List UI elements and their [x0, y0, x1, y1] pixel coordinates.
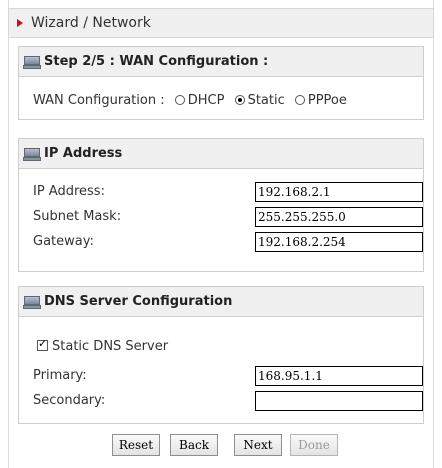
next-button[interactable]: Next	[234, 434, 282, 456]
dns-config-title: DNS Server Configuration	[44, 294, 233, 309]
primary-dns-label: Primary:	[33, 368, 87, 383]
done-button[interactable]: Done	[290, 434, 338, 456]
ip-address-header: IP Address	[19, 139, 423, 169]
secondary-dns-label: Secondary:	[33, 393, 106, 408]
wan-config-header: Step 2/5 : WAN Configuration :	[19, 47, 423, 77]
dns-config-section: DNS Server Configuration Static DNS Serv…	[18, 286, 424, 424]
ip-address-section: IP Address IP Address: 192.168.2.1 Subne…	[18, 138, 424, 272]
subnet-mask-label: Subnet Mask:	[33, 209, 122, 224]
static-dns-row: Static DNS Server	[37, 337, 168, 354]
ip-address-input[interactable]: 192.168.2.1	[255, 182, 423, 202]
computer-icon	[23, 55, 41, 69]
page-title: Wizard / Network	[31, 15, 151, 31]
dhcp-label[interactable]: DHCP	[188, 93, 225, 108]
static-dns-label[interactable]: Static DNS Server	[52, 339, 168, 354]
ip-address-title: IP Address	[44, 146, 123, 161]
dhcp-radio[interactable]	[174, 95, 185, 105]
back-button[interactable]: Back	[170, 434, 218, 456]
secondary-dns-input[interactable]	[255, 391, 423, 411]
static-label[interactable]: Static	[248, 93, 285, 108]
wan-config-label: WAN Configuration :	[33, 93, 165, 108]
wizard-button-bar: Reset Back Next Done	[0, 434, 442, 456]
static-dns-checkbox[interactable]	[37, 337, 48, 351]
pppoe-label[interactable]: PPPoe	[308, 93, 347, 108]
left-divider	[8, 0, 9, 468]
pppoe-radio[interactable]	[294, 95, 305, 105]
computer-icon	[23, 147, 41, 161]
wizard-title-bar: Wizard / Network	[8, 8, 434, 38]
wan-config-section: Step 2/5 : WAN Configuration : WAN Confi…	[18, 46, 424, 120]
computer-icon	[23, 295, 41, 309]
reset-button[interactable]: Reset	[112, 434, 160, 456]
wan-config-row: WAN Configuration : DHCP Static PPPoe	[33, 93, 347, 108]
wan-config-title: Step 2/5 : WAN Configuration :	[44, 54, 269, 69]
subnet-mask-input[interactable]: 255.255.255.0	[255, 207, 423, 227]
right-divider	[433, 0, 434, 468]
dns-config-header: DNS Server Configuration	[19, 287, 423, 317]
gateway-label: Gateway:	[33, 234, 94, 249]
static-radio[interactable]	[234, 95, 245, 105]
ip-address-label: IP Address:	[33, 184, 105, 199]
gateway-input[interactable]: 192.168.2.254	[255, 232, 423, 252]
arrow-icon	[17, 19, 23, 27]
primary-dns-input[interactable]: 168.95.1.1	[255, 366, 423, 386]
